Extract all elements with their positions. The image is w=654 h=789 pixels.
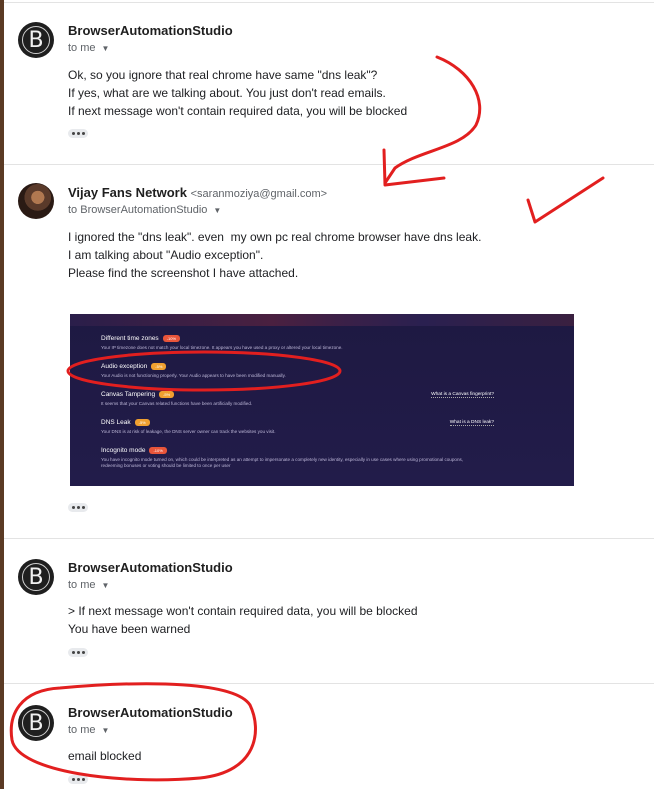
message-body: I ignored the "dns leak". even my own pc…: [68, 230, 482, 280]
chevron-down-icon[interactable]: ▼: [213, 206, 221, 215]
message-body: email blocked: [68, 749, 142, 763]
recipient-details[interactable]: to me ▼: [68, 42, 109, 54]
attachment-row: DNS Leak -5% Your DNS is at risk of leak…: [101, 419, 276, 434]
show-trimmed-content-button[interactable]: [68, 775, 88, 784]
recipient-details[interactable]: to me ▼: [68, 724, 109, 736]
show-trimmed-content-button[interactable]: [68, 503, 88, 512]
sender-email: <saranmoziya@gmail.com>: [190, 188, 328, 200]
email-message-1[interactable]: B BrowserAutomationStudio to me ▼ Ok, so …: [4, 2, 654, 164]
attachment-row: Incognito mode -10% You have incognito m…: [101, 447, 464, 468]
chevron-down-icon[interactable]: ▼: [102, 726, 110, 735]
sender-name[interactable]: BrowserAutomationStudio: [68, 560, 233, 575]
attachment-row: Different time zones -10% Your IP timezo…: [101, 335, 343, 350]
sender-name[interactable]: Vijay Fans Network <saranmoziya@gmail.co…: [68, 185, 327, 200]
message-body: > If next message won't contain required…: [68, 604, 418, 636]
chevron-down-icon[interactable]: ▼: [102, 44, 110, 53]
show-trimmed-content-button[interactable]: [68, 648, 88, 657]
status-badge: -5%: [151, 363, 167, 370]
show-trimmed-content-button[interactable]: [68, 129, 88, 138]
email-message-3[interactable]: B BrowserAutomationStudio to me ▼ > If ne…: [4, 538, 654, 683]
sender-name[interactable]: BrowserAutomationStudio: [68, 705, 233, 720]
email-message-4[interactable]: B BrowserAutomationStudio to me ▼ email b…: [4, 683, 654, 789]
avatar[interactable]: B: [18, 22, 54, 58]
sender-name[interactable]: BrowserAutomationStudio: [68, 23, 233, 38]
attachment-link: What is a DNS leak?: [449, 420, 494, 426]
avatar[interactable]: B: [18, 559, 54, 595]
status-badge: -5%: [159, 391, 175, 398]
attached-screenshot[interactable]: Different time zones -10% Your IP timezo…: [70, 314, 574, 486]
avatar[interactable]: [18, 183, 54, 219]
avatar[interactable]: B: [18, 705, 54, 741]
recipient-details[interactable]: to me ▼: [68, 579, 109, 591]
status-badge: -10%: [162, 335, 181, 342]
attachment-row: Canvas Tampering -5% It seems that your …: [101, 391, 253, 406]
chevron-down-icon[interactable]: ▼: [102, 581, 110, 590]
attachment-row: Audio exception -5% Your Audio is not fu…: [101, 363, 286, 378]
recipient-details[interactable]: to BrowserAutomationStudio ▼: [68, 204, 221, 216]
attachment-link: What is a Canvas fingerprint?: [431, 392, 494, 398]
message-body: Ok, so you ignore that real chrome have …: [68, 68, 408, 118]
status-badge: -5%: [134, 419, 150, 426]
status-badge: -10%: [149, 447, 167, 454]
